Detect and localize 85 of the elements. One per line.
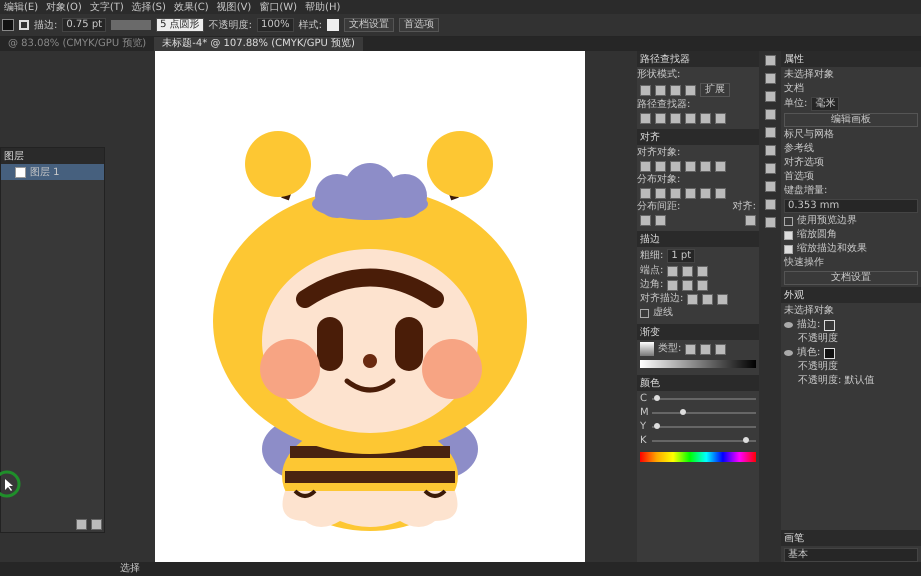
option-checkbox[interactable] [784, 216, 793, 226]
menu-item[interactable]: 选择(S) [132, 0, 166, 14]
brush-preset-dropdown[interactable]: 基本 [784, 548, 918, 562]
appearance-row-label[interactable]: 填色: [797, 347, 820, 359]
no-selection-text: 未选择对象 [784, 69, 835, 81]
opacity-field[interactable]: 100% [257, 18, 294, 32]
panel-title[interactable]: 对齐 [640, 130, 660, 144]
status-text: 选择 [120, 563, 140, 575]
appearance-row-label[interactable]: 不透明度: 默认值 [784, 375, 875, 387]
slider-thumb[interactable] [654, 423, 660, 429]
menu-item[interactable]: 帮助(H) [305, 0, 340, 14]
expand-button[interactable]: 扩展 [700, 83, 730, 97]
panel-title[interactable]: 画笔 [784, 531, 804, 545]
preferences-label: 首选项 [784, 171, 815, 183]
channel-label: K [640, 435, 648, 447]
units-dropdown[interactable]: 毫米 [811, 97, 840, 111]
stroke-label: 描边: [34, 18, 58, 32]
align-stroke-label: 对齐描边: [640, 293, 684, 305]
option-checkbox[interactable] [784, 244, 793, 254]
stroke-weight-field[interactable]: 0.75 pt [62, 18, 106, 32]
fill-swatch[interactable] [2, 19, 14, 31]
option-label: 缩放圆角 [797, 229, 837, 241]
slider-thumb[interactable] [654, 395, 660, 401]
color-spectrum[interactable] [640, 452, 756, 462]
appearance-row-label[interactable]: 不透明度 [784, 333, 838, 345]
menu-item[interactable]: 文字(T) [90, 0, 124, 14]
panel-title[interactable]: 颜色 [640, 376, 660, 390]
distribute-objects-label: 分布对象: [637, 174, 682, 186]
keyboard-increment-label: 键盘增量: [784, 185, 828, 197]
option-label: 使用预览边界 [797, 215, 857, 227]
guides-label: 参考线 [784, 143, 815, 155]
pathfinders-label: 路径查找器: [637, 99, 692, 111]
channel-label: C [640, 393, 648, 405]
align-to-label: 对齐: [732, 201, 756, 213]
snap-options-label: 对齐选项 [784, 157, 825, 169]
menu-item[interactable]: 效果(C) [174, 0, 209, 14]
cap-label: 端点: [640, 265, 664, 277]
channel-label: Y [640, 421, 648, 433]
rulers-grids-label: 标尺与网格 [784, 129, 835, 141]
panel-title[interactable]: 渐变 [640, 325, 660, 339]
panel-title[interactable]: 外观 [784, 288, 804, 302]
opacity-label: 不透明度: [208, 18, 252, 32]
cursor-highlight-icon [0, 469, 22, 499]
gradient-type-label: 类型: [658, 343, 682, 355]
menu-item[interactable]: 编辑(E) [4, 0, 38, 14]
align-objects-label: 对齐对象: [637, 147, 682, 159]
quick-actions-label: 快速操作 [784, 257, 825, 269]
document-tab[interactable]: @ 83.08% (CMYK/GPU 预览) [0, 37, 154, 51]
edit-artboards-button[interactable]: 编辑画板 [784, 113, 918, 127]
appearance-row-label[interactable]: 描边: [797, 319, 820, 331]
dashed-label: 虚线 [653, 307, 673, 319]
option-checkbox[interactable] [784, 230, 793, 240]
style-label: 样式: [298, 18, 322, 32]
menu-item[interactable]: 窗口(W) [259, 0, 298, 14]
document-label: 文档 [784, 83, 805, 95]
gradient-swatch[interactable] [640, 342, 654, 356]
panel-title[interactable]: 描边 [640, 232, 660, 246]
layer-row[interactable]: 图层 1 [1, 164, 104, 180]
panel-title[interactable]: 图层 [4, 149, 24, 163]
stroke-swatch[interactable] [19, 20, 29, 30]
corner-label: 边角: [640, 279, 664, 291]
menu-item[interactable]: 对象(O) [46, 0, 82, 14]
appearance-header: 未选择对象 [784, 305, 835, 317]
distribute-spacing-label: 分布间距: [637, 201, 680, 213]
stroke-swatch[interactable] [824, 320, 836, 330]
layer-thumbnail-icon [15, 166, 26, 178]
shape-modes-label: 形状模式: [637, 69, 682, 81]
document-setup-button[interactable]: 文档设置 [784, 271, 918, 285]
slider-thumb[interactable] [742, 437, 749, 443]
brush-dropdown[interactable]: 5 点圆形 [156, 18, 204, 32]
appearance-row-label[interactable]: 不透明度 [784, 361, 838, 373]
channel-label: M [640, 407, 648, 419]
toolbar-button[interactable]: 文档设置 [344, 18, 394, 32]
menu-item[interactable]: 视图(V) [216, 0, 252, 14]
style-swatch[interactable] [326, 19, 339, 31]
option-label: 缩放描边和效果 [797, 243, 867, 255]
slider-thumb[interactable] [680, 409, 686, 415]
toolbar-button[interactable]: 首选项 [398, 18, 439, 32]
panel-title[interactable]: 属性 [784, 52, 804, 66]
keyboard-increment-field[interactable]: 0.353 mm [784, 199, 918, 213]
units-label: 单位: [784, 98, 808, 110]
weight-label: 粗细: [640, 250, 664, 262]
weight-field[interactable]: 1 pt [667, 249, 696, 263]
document-tab[interactable]: 未标题-4* @ 107.88% (CMYK/GPU 预览) [154, 37, 363, 51]
dashed-checkbox[interactable] [640, 308, 649, 318]
